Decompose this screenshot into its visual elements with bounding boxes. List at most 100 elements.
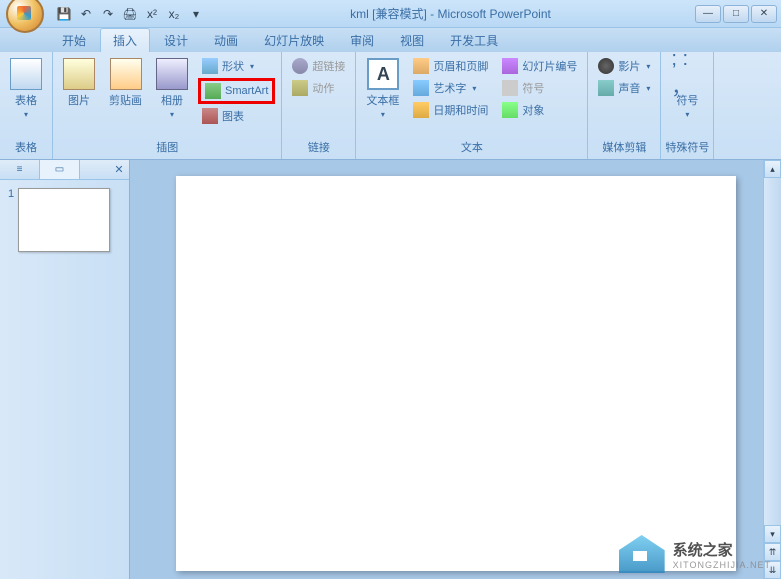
watermark: 系统之家 XITONGZHIJIA.NET: [619, 535, 771, 573]
undo-icon[interactable]: ↶: [76, 4, 96, 24]
action-icon: [292, 80, 308, 96]
slide-canvas[interactable]: [176, 176, 736, 571]
outline-tab[interactable]: ≡: [0, 160, 40, 179]
movie-button[interactable]: 影片 ▾: [594, 56, 654, 76]
symbol-icon: ; : ，: [671, 58, 703, 90]
close-button[interactable]: ✕: [751, 5, 777, 23]
album-label: 相册: [161, 92, 183, 108]
action-label: 动作: [312, 80, 334, 96]
chevron-down-icon: ▾: [646, 62, 650, 71]
window-title: kml [兼容模式] - Microsoft PowerPoint: [206, 5, 695, 22]
shapes-icon: [202, 58, 218, 74]
chart-icon: [202, 108, 218, 124]
object-button[interactable]: 对象: [498, 100, 581, 120]
omega-icon: [502, 80, 518, 96]
album-button[interactable]: 相册 ▾: [150, 54, 194, 123]
tab-developer[interactable]: 开发工具: [438, 29, 510, 52]
superscript-icon[interactable]: x²: [142, 4, 162, 24]
hyperlink-icon: [292, 58, 308, 74]
symbol-label: 符号: [676, 92, 698, 108]
wordart-label: 艺术字: [433, 80, 466, 96]
picture-button[interactable]: 图片: [57, 54, 101, 112]
object-label: 对象: [522, 102, 544, 118]
chart-button[interactable]: 图表: [198, 106, 275, 126]
table-icon: [10, 58, 42, 90]
slide-number: 1: [8, 188, 14, 252]
minimize-button[interactable]: —: [695, 5, 721, 23]
smartart-button[interactable]: SmartArt: [198, 78, 275, 104]
ribbon: 表格 ▾ 表格 图片 剪贴画 相册 ▾ 形状: [0, 52, 781, 160]
hyperlink-button: 超链接: [288, 56, 349, 76]
vertical-scrollbar: ▴ ▾ ⇈ ⇊: [763, 160, 781, 579]
quick-access-toolbar: 💾 ↶ ↷ 🖨 x² x₂ ▾: [54, 4, 206, 24]
group-illustrations: 图片 剪贴画 相册 ▾ 形状 ▾ SmartArt: [53, 52, 282, 159]
smartart-icon: [205, 83, 221, 99]
tab-home[interactable]: 开始: [50, 29, 98, 52]
slidenumber-button[interactable]: 幻灯片编号: [498, 56, 581, 76]
table-label: 表格: [15, 92, 37, 108]
action-button: 动作: [288, 78, 349, 98]
slides-panel: ≡ ▭ ✕ 1: [0, 160, 130, 579]
group-label-illustrations: 插图: [57, 137, 277, 157]
slide-editor: ▴ ▾ ⇈ ⇊: [130, 160, 781, 579]
sound-icon: [598, 80, 614, 96]
scroll-up-button[interactable]: ▴: [764, 160, 781, 178]
tab-animation[interactable]: 动画: [202, 29, 250, 52]
album-icon: [156, 58, 188, 90]
wordart-icon: [413, 80, 429, 96]
group-label-symbols: 特殊符号: [665, 137, 709, 157]
chevron-down-icon: ▾: [170, 110, 174, 119]
group-label-table: 表格: [4, 137, 48, 157]
shapes-label: 形状: [222, 58, 244, 74]
title-bar: 💾 ↶ ↷ 🖨 x² x₂ ▾ kml [兼容模式] - Microsoft P…: [0, 0, 781, 28]
group-media: 影片 ▾ 声音 ▾ 媒体剪辑: [588, 52, 661, 159]
watermark-icon: [619, 535, 665, 573]
wordart-button[interactable]: 艺术字 ▾: [409, 78, 492, 98]
table-button[interactable]: 表格 ▾: [4, 54, 48, 123]
slidenumber-icon: [502, 58, 518, 74]
group-label-links: 链接: [286, 137, 351, 157]
textbox-button[interactable]: 文本框 ▾: [360, 54, 405, 123]
slide-thumbnail[interactable]: [18, 188, 110, 252]
smartart-label: SmartArt: [225, 85, 268, 97]
chevron-down-icon: ▾: [24, 110, 28, 119]
print-icon[interactable]: 🖨: [120, 4, 140, 24]
slide-thumbnail-wrap: 1: [0, 180, 129, 260]
clipart-label: 剪贴画: [109, 92, 142, 108]
symbolchar-button: 符号: [498, 78, 581, 98]
group-label-text: 文本: [360, 137, 583, 157]
maximize-button[interactable]: □: [723, 5, 749, 23]
tab-slideshow[interactable]: 幻灯片放映: [252, 29, 336, 52]
movie-label: 影片: [618, 58, 640, 74]
tab-design[interactable]: 设计: [152, 29, 200, 52]
panel-close-button[interactable]: ✕: [109, 160, 129, 179]
window-controls: — □ ✕: [695, 5, 777, 23]
clipart-button[interactable]: 剪贴画: [103, 54, 148, 112]
tab-view[interactable]: 视图: [388, 29, 436, 52]
headerfooter-icon: [413, 58, 429, 74]
datetime-label: 日期和时间: [433, 102, 488, 118]
shapes-button[interactable]: 形状 ▾: [198, 56, 275, 76]
headerfooter-label: 页眉和页脚: [433, 58, 488, 74]
datetime-button[interactable]: 日期和时间: [409, 100, 492, 120]
sound-button[interactable]: 声音 ▾: [594, 78, 654, 98]
slidenumber-label: 幻灯片编号: [522, 58, 577, 74]
subscript-icon[interactable]: x₂: [164, 4, 184, 24]
tab-insert[interactable]: 插入: [100, 28, 150, 52]
headerfooter-button[interactable]: 页眉和页脚: [409, 56, 492, 76]
movie-icon: [598, 58, 614, 74]
group-text: 文本框 ▾ 页眉和页脚 艺术字 ▾ 日期和时间: [356, 52, 588, 159]
symbol-button[interactable]: ; : ， 符号 ▾: [665, 54, 709, 123]
tab-review[interactable]: 审阅: [338, 29, 386, 52]
picture-label: 图片: [68, 92, 90, 108]
redo-icon[interactable]: ↷: [98, 4, 118, 24]
chart-label: 图表: [222, 108, 244, 124]
scroll-track[interactable]: [764, 178, 781, 525]
datetime-icon: [413, 102, 429, 118]
save-icon[interactable]: 💾: [54, 4, 74, 24]
chevron-down-icon: ▾: [472, 84, 476, 93]
qat-dropdown-icon[interactable]: ▾: [186, 4, 206, 24]
slides-tab[interactable]: ▭: [40, 160, 80, 179]
ribbon-tabs: 开始 插入 设计 动画 幻灯片放映 审阅 视图 开发工具: [0, 28, 781, 52]
workspace: ≡ ▭ ✕ 1 ▴ ▾ ⇈ ⇊: [0, 160, 781, 579]
